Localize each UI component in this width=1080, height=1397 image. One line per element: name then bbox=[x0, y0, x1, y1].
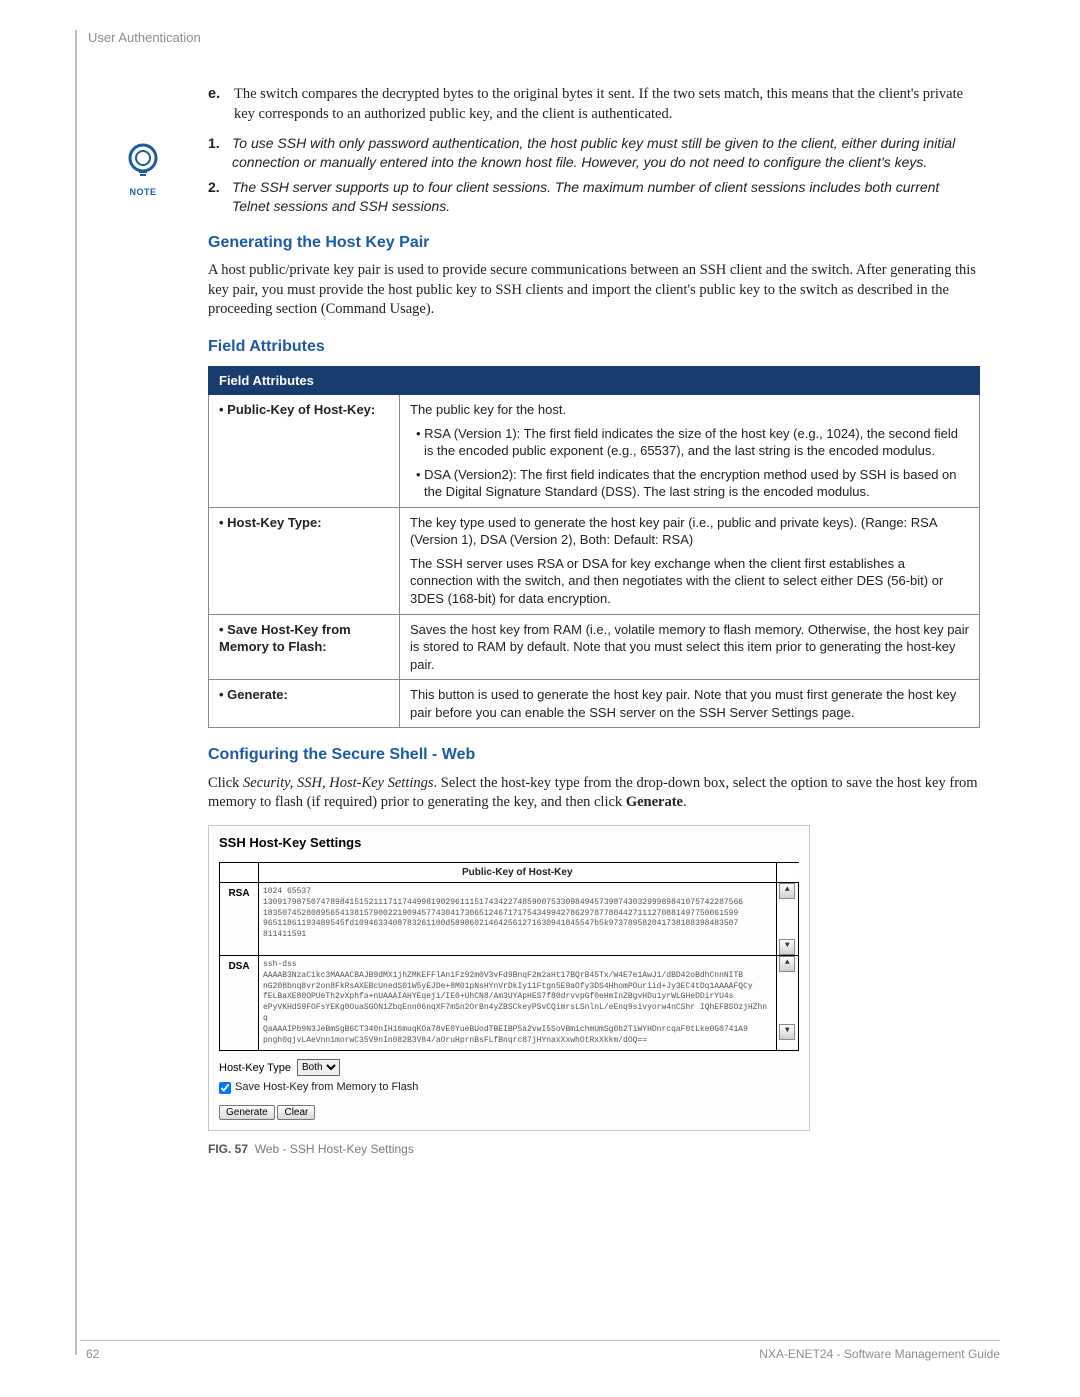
fa-val-1: The key type used to generate the host k… bbox=[400, 507, 980, 614]
note-item-1: 1. To use SSH with only password authent… bbox=[208, 134, 980, 172]
table-row: • Generate: This button is used to gener… bbox=[209, 680, 980, 728]
page-number: 62 bbox=[80, 1347, 99, 1361]
table-row: • Host-Key Type: The key type used to ge… bbox=[209, 507, 980, 614]
fa-val-1-main: The key type used to generate the host k… bbox=[410, 514, 969, 549]
fig-dsa-label: DSA bbox=[220, 956, 259, 1051]
note-icon: NOTE bbox=[108, 140, 178, 198]
fa-val-2: Saves the host key from RAM (i.e., volat… bbox=[400, 614, 980, 680]
fig-hk-label: Host-Key Type bbox=[219, 1061, 291, 1076]
fa-val-0-b1: • RSA (Version 1): The first field indic… bbox=[410, 425, 969, 460]
figure-screenshot: SSH Host-Key Settings Public-Key of Host… bbox=[208, 825, 810, 1131]
fa-val-0: The public key for the host. • RSA (Vers… bbox=[400, 395, 980, 508]
fa-key-0: • Public-Key of Host-Key: bbox=[209, 395, 400, 508]
fa-key-1: • Host-Key Type: bbox=[209, 507, 400, 614]
para-configuring: Click Security, SSH, Host-Key Settings. … bbox=[208, 774, 980, 813]
scroll-up-icon[interactable]: ▲ bbox=[779, 956, 795, 972]
heading-field-attributes: Field Attributes bbox=[208, 336, 980, 358]
fa-key-2: • Save Host-Key from Memory to Flash: bbox=[209, 614, 400, 680]
fig-rsa-label: RSA bbox=[220, 883, 259, 956]
cfg-ital: Security, SSH, Host-Key Settings bbox=[243, 775, 433, 791]
fig-title: SSH Host-Key Settings bbox=[209, 826, 809, 862]
fig-dsa-text: ssh-dss AAAAB3NzaC1kc3MAAACBAJB9dMX1jhZM… bbox=[259, 956, 777, 1051]
page-header-section: User Authentication bbox=[80, 30, 1000, 45]
figure-caption: FIG. 57 Web - SSH Host-Key Settings bbox=[208, 1141, 980, 1157]
table-row: • Public-Key of Host-Key: The public key… bbox=[209, 395, 980, 508]
scroll-down-icon[interactable]: ▼ bbox=[779, 1024, 795, 1040]
caption-figno: FIG. 57 bbox=[208, 1142, 248, 1156]
fig-rsa-text: 1024 65537 13091798750747898415152111711… bbox=[259, 883, 777, 956]
cfg-end: . bbox=[683, 794, 687, 810]
fa-key-3: • Generate: bbox=[209, 680, 400, 728]
caption-text: Web - SSH Host-Key Settings bbox=[255, 1142, 414, 1156]
footer-doc-title: NXA-ENET24 - Software Management Guide bbox=[759, 1347, 1000, 1361]
page-footer: 62 NXA-ENET24 - Software Management Guid… bbox=[80, 1347, 1000, 1361]
clear-button[interactable]: Clear bbox=[277, 1105, 315, 1120]
list-text-e: The switch compares the decrypted bytes … bbox=[234, 85, 980, 124]
fa-table-header: Field Attributes bbox=[209, 366, 980, 395]
scroll-down-icon[interactable]: ▼ bbox=[779, 939, 795, 955]
fig-chk-label: Save Host-Key from Memory to Flash bbox=[235, 1080, 418, 1095]
cfg-bold: Generate bbox=[626, 794, 683, 810]
fa-val-3: This button is used to generate the host… bbox=[400, 680, 980, 728]
fa-val-0-main: The public key for the host. bbox=[410, 401, 969, 419]
note-box: NOTE 1. To use SSH with only password au… bbox=[208, 134, 980, 216]
cfg-pre: Click bbox=[208, 775, 243, 791]
fig-key-table: Public-Key of Host-Key RSA 1024 65537 13… bbox=[219, 862, 799, 1052]
fa-val-0-b2: • DSA (Version2): The first field indica… bbox=[410, 466, 969, 501]
note-text-1: To use SSH with only password authentica… bbox=[232, 134, 980, 172]
list-marker-e: e. bbox=[208, 85, 234, 124]
note-num-1: 1. bbox=[208, 134, 232, 172]
generate-button[interactable]: Generate bbox=[219, 1105, 275, 1120]
fa-val-1-b1: The SSH server uses RSA or DSA for key e… bbox=[410, 555, 969, 608]
heading-generating: Generating the Host Key Pair bbox=[208, 232, 980, 254]
scroll-up-icon[interactable]: ▲ bbox=[779, 883, 795, 899]
note-text-2: The SSH server supports up to four clien… bbox=[232, 178, 980, 216]
note-label: NOTE bbox=[108, 186, 178, 198]
fig-col-header: Public-Key of Host-Key bbox=[259, 862, 777, 883]
note-num-2: 2. bbox=[208, 178, 232, 216]
list-item-e: e. The switch compares the decrypted byt… bbox=[208, 85, 980, 124]
heading-configuring: Configuring the Secure Shell - Web bbox=[208, 744, 980, 766]
para-generating: A host public/private key pair is used t… bbox=[208, 261, 980, 320]
field-attributes-table: Field Attributes • Public-Key of Host-Ke… bbox=[208, 366, 980, 729]
table-row: • Save Host-Key from Memory to Flash: Sa… bbox=[209, 614, 980, 680]
note-item-2: 2. The SSH server supports up to four cl… bbox=[208, 178, 980, 216]
host-key-type-select[interactable]: Both bbox=[297, 1059, 340, 1076]
fig-blank-th bbox=[220, 862, 259, 883]
save-hostkey-checkbox[interactable] bbox=[219, 1082, 231, 1094]
